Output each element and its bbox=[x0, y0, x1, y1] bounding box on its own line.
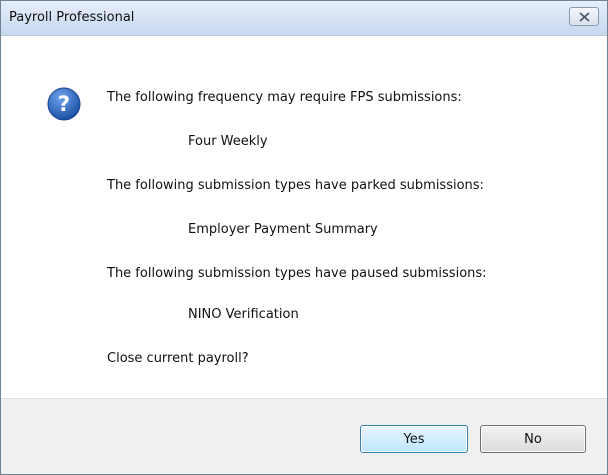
payroll-dialog: Payroll Professional ? The following fre… bbox=[0, 0, 608, 475]
close-button[interactable] bbox=[569, 7, 599, 26]
title-bar[interactable]: Payroll Professional bbox=[1, 1, 607, 36]
close-payroll-question: Close current payroll? bbox=[107, 351, 249, 366]
svg-text:?: ? bbox=[58, 92, 70, 116]
paused-submission-type: NINO Verification bbox=[188, 307, 299, 322]
paused-submissions-text: The following submission types have paus… bbox=[107, 266, 487, 281]
parked-submission-type: Employer Payment Summary bbox=[188, 222, 378, 237]
frequency-warning-text: The following frequency may require FPS … bbox=[107, 90, 462, 105]
window-title: Payroll Professional bbox=[9, 10, 135, 25]
frequency-value: Four Weekly bbox=[188, 134, 268, 149]
yes-button[interactable]: Yes bbox=[360, 425, 468, 453]
close-icon bbox=[579, 12, 590, 22]
no-button[interactable]: No bbox=[480, 425, 586, 453]
button-bar: Yes No bbox=[1, 398, 607, 474]
question-icon: ? bbox=[47, 87, 81, 121]
parked-submissions-text: The following submission types have park… bbox=[107, 178, 484, 193]
